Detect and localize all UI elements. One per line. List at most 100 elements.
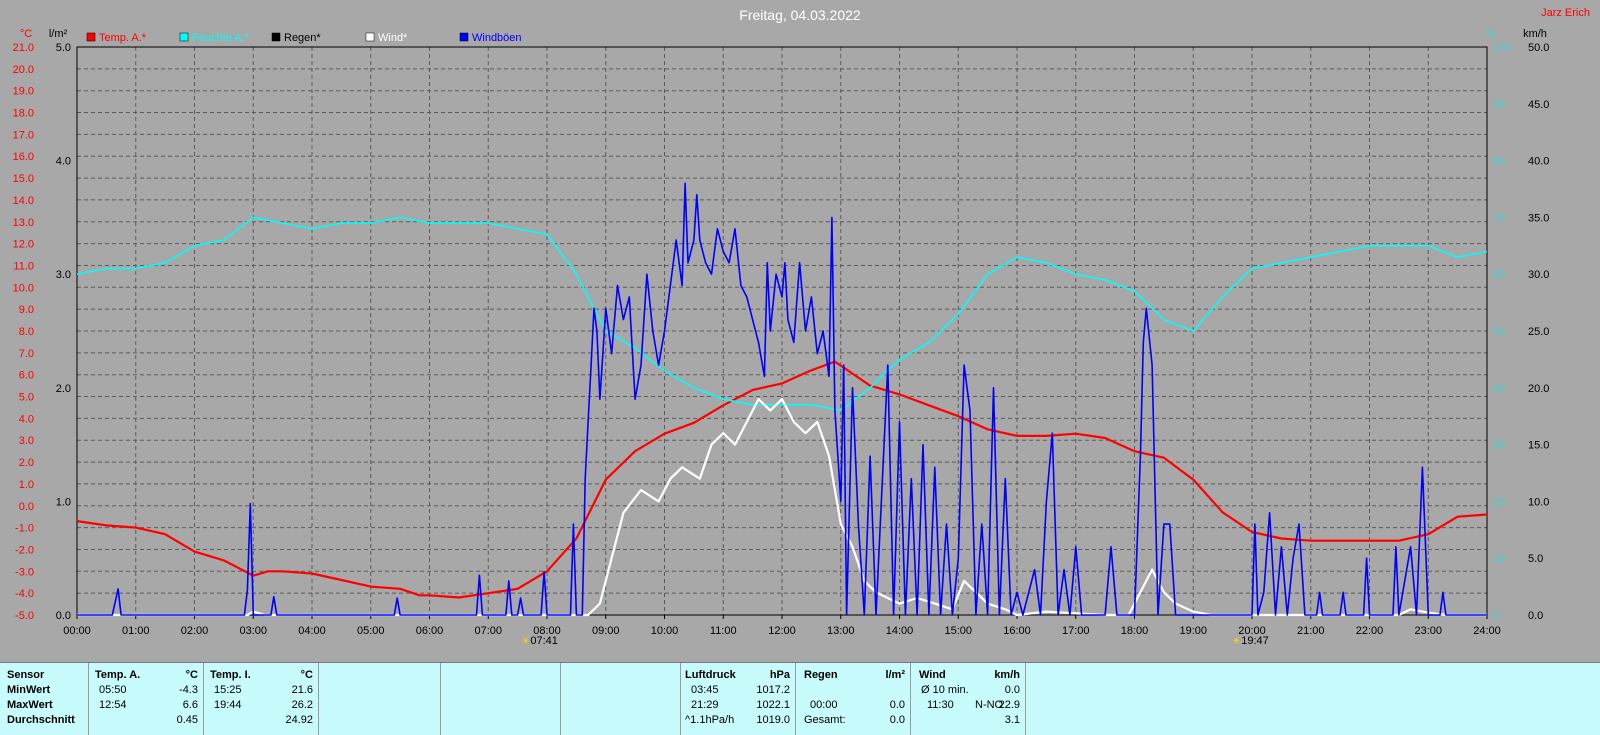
- x-tick-label: 02:00: [181, 625, 209, 637]
- humidity-tick-label: 20: [1493, 496, 1505, 508]
- temp-tick-label: 2.0: [19, 457, 34, 469]
- stats-col-rain: Regen l/m² 00:00 0.0 Gesamt: 0.0: [795, 663, 911, 735]
- stats-cell-time: 11:30: [927, 699, 954, 711]
- temp-tick-label: 8.0: [19, 326, 34, 338]
- legend-label: Windböen: [472, 32, 522, 44]
- stats-pressure-unit: hPa: [769, 669, 790, 681]
- stats-cell-time: ^1.1hPa/h: [685, 714, 735, 726]
- x-tick-label: 16:00: [1003, 625, 1031, 637]
- rain-tick-label: 0.0: [56, 610, 71, 622]
- stats-cell-time: 19:44: [214, 699, 242, 711]
- stats-cell-value: 3.1: [1004, 714, 1020, 726]
- x-tick-label: 03:00: [239, 625, 267, 637]
- wind-tick-label: 40.0: [1528, 156, 1549, 168]
- stats-cell-value: 1022.1: [756, 699, 790, 711]
- temp-tick-label: -4.0: [15, 588, 34, 600]
- humidity-tick-label: 0: [1493, 610, 1499, 622]
- temp-tick-label: 20.0: [13, 64, 34, 76]
- wind-axis-unit: km/h: [1523, 28, 1547, 40]
- stats-sensor-row: MaxWert: [7, 699, 53, 711]
- x-tick-label: 24:00: [1473, 625, 1501, 637]
- humidity-tick-label: 40: [1493, 383, 1505, 395]
- temp-tick-label: 21.0: [13, 42, 34, 54]
- x-tick-label: 04:00: [298, 625, 326, 637]
- sun-icon: ☀: [521, 636, 530, 647]
- temp-tick-label: 12.0: [13, 239, 34, 251]
- legend: Temp. A.* Feuchte A.* Regen* Wind* Windböen: [86, 32, 522, 44]
- temp-tick-label: 11.0: [13, 260, 34, 272]
- temp-tick-label: 17.0: [13, 129, 34, 141]
- temp-tick-label: 0.0: [19, 501, 34, 513]
- chart-title: Freitag, 04.03.2022: [739, 7, 861, 23]
- x-tick-label: 23:00: [1414, 625, 1442, 637]
- rain-tick-label: 4.0: [56, 156, 71, 168]
- x-tick-label: 14:00: [886, 625, 914, 637]
- stats-cell-value: 0.45: [176, 714, 198, 726]
- stats-cell-value: 1019.0: [756, 714, 790, 726]
- humidity-tick-label: 80: [1493, 156, 1505, 168]
- stats-col-empty: [318, 663, 441, 735]
- temp-tick-label: 10.0: [13, 282, 34, 294]
- legend-swatch: [365, 32, 375, 42]
- stats-cell-value: 1017.2: [756, 684, 790, 696]
- stats-col-temp-a: Temp. A. °C 05:50 -4.3 12:54 6.6 0.45: [88, 663, 204, 735]
- stats-col-empty: [440, 663, 561, 735]
- stats-rain-title: Regen: [804, 669, 838, 681]
- stats-sensor-row: Durchschnitt: [7, 714, 75, 726]
- rain-tick-label: 1.0: [56, 496, 71, 508]
- stats-cell-time: 12:54: [99, 699, 127, 711]
- temp-tick-label: 6.0: [19, 370, 34, 382]
- temp-tick-label: 9.0: [19, 304, 34, 316]
- temp-tick-label: 19.0: [13, 86, 34, 98]
- x-tick-label: 01:00: [122, 625, 150, 637]
- series: [76, 182, 1488, 617]
- sun-time-label: 19:47: [1241, 635, 1269, 647]
- wind-tick-label: 50.0: [1528, 42, 1549, 54]
- legend-swatch: [271, 32, 281, 42]
- stats-pressure-title: Luftdruck: [685, 669, 736, 681]
- temp-tick-label: 18.0: [13, 108, 34, 120]
- grid: [76, 46, 1488, 616]
- stats-temp-a-title: Temp. A.: [95, 669, 141, 681]
- stats-cell-time: 00:00: [810, 699, 838, 711]
- humidity-axis-unit: %: [1486, 28, 1496, 40]
- x-tick-label: 11:00: [710, 625, 737, 637]
- stats-cell-value: 0.0: [889, 699, 905, 711]
- stats-temp-i-unit: °C: [300, 669, 313, 681]
- temp-tick-label: -1.0: [15, 523, 34, 535]
- temp-tick-label: 1.0: [19, 479, 34, 491]
- humidity-tick-label: 100: [1493, 42, 1511, 54]
- temp-tick-label: 3.0: [19, 435, 34, 447]
- temp-tick-label: 16.0: [13, 151, 34, 163]
- sun-icon: ☀: [1232, 636, 1241, 647]
- rain-axis-unit: l/m²: [49, 28, 68, 40]
- stats-wind-title: Wind: [919, 669, 946, 681]
- stats-cell-value: 6.6: [182, 699, 198, 711]
- rain-tick-label: 5.0: [56, 42, 71, 54]
- stats-sensor-row: MinWert: [7, 684, 51, 696]
- temp-tick-label: 4.0: [19, 413, 34, 425]
- wind-tick-label: 25.0: [1528, 326, 1549, 338]
- stats-col-empty: [560, 663, 681, 735]
- stats-col-sensor: Sensor MinWert MaxWert Durchschnitt: [0, 663, 88, 735]
- wind-tick-label: 30.0: [1528, 269, 1549, 281]
- legend-label: Temp. A.*: [99, 32, 147, 44]
- wind-tick-label: 35.0: [1528, 212, 1549, 224]
- stats-table: Sensor MinWert MaxWert Durchschnitt Temp…: [0, 662, 1600, 735]
- stats-temp-i-title: Temp. I.: [210, 669, 251, 681]
- stats-cell-value: 22.9: [998, 699, 1020, 711]
- x-tick-label: 19:00: [1179, 625, 1207, 637]
- x-tick-label: 09:00: [592, 625, 620, 637]
- sun-time-label: 07:41: [530, 635, 558, 647]
- x-tick-label: 13:00: [827, 625, 855, 637]
- humidity-tick-label: 60: [1493, 269, 1505, 281]
- humidity-tick-label: 70: [1493, 212, 1505, 224]
- wind-tick-label: 10.0: [1528, 496, 1549, 508]
- x-tick-label: 17:00: [1062, 625, 1090, 637]
- temp-tick-label: 5.0: [19, 392, 34, 404]
- stats-cell-value: 24.92: [285, 714, 313, 726]
- stats-col-wind: Wind km/h Ø 10 min. 0.0 11:30 N-NO 22.9 …: [910, 663, 1026, 735]
- x-tick-label: 12:00: [768, 625, 796, 637]
- stats-col-pressure: Luftdruck hPa 03:45 1017.2 21:29 1022.1 …: [680, 663, 796, 735]
- legend-label: Wind*: [378, 32, 408, 44]
